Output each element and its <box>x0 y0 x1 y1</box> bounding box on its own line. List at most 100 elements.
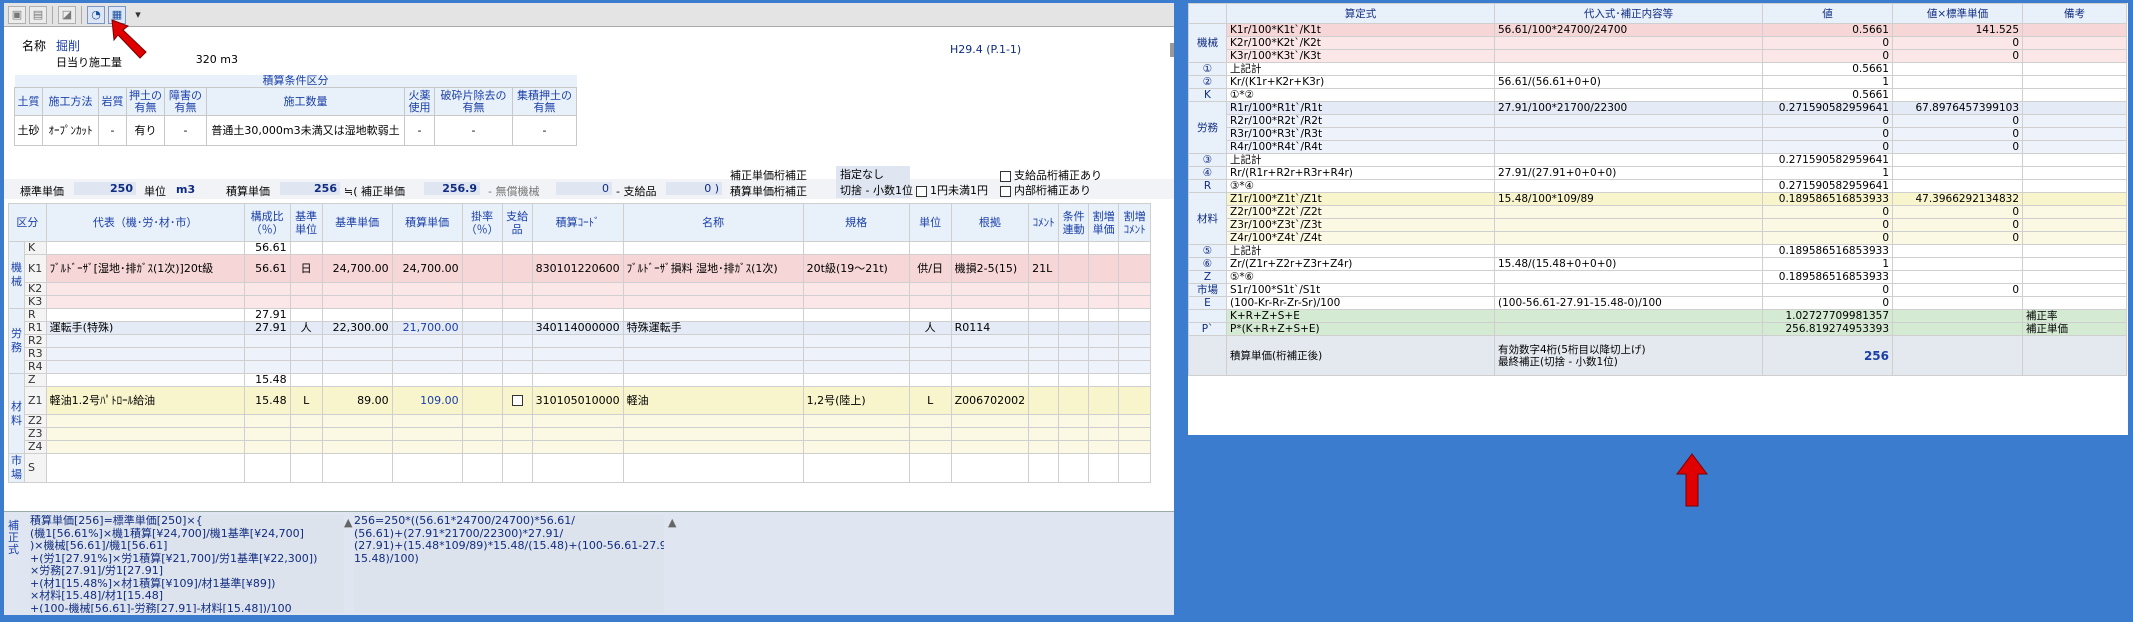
supply-digit-checkbox[interactable]: 支給品桁補正あり <box>1000 167 1102 183</box>
calc-substitution: 27.91/(27.91+0+0+0) <box>1494 166 1763 180</box>
item-name-cell[interactable]: ﾌﾞﾙﾄﾞｰｻﾞ損料 湿地･排ｶﾞｽ(1次) <box>622 254 804 283</box>
spec-cell[interactable] <box>802 321 910 335</box>
rep-cell[interactable]: ﾌﾞﾙﾄﾞｰｻﾞ[湿地･排ｶﾞｽ(1次)]20t級 <box>45 254 245 283</box>
calc-formula: ③*④ <box>1226 179 1495 193</box>
est-code-cell[interactable]: 830101220600 <box>531 254 624 283</box>
scroll-up-icon[interactable]: ▲ <box>668 516 676 529</box>
ratio-cell[interactable]: 56.61 <box>243 254 291 283</box>
row-code: R4 <box>24 360 47 374</box>
cond-value[interactable]: - <box>164 115 207 146</box>
calc-row: K3r/100*K3t`/K3t 0 0 <box>1189 49 2127 63</box>
calc-formula: K1r/100*K1t`/K1t <box>1226 23 1495 37</box>
est-digit-value[interactable]: 切捨 - 小数1位 <box>836 182 913 198</box>
est-code-cell[interactable]: 340114000000 <box>531 321 624 335</box>
rep-cell[interactable]: 運転手(特殊) <box>45 321 245 335</box>
calc-value: 256.819274953393 <box>1762 322 1893 336</box>
preview-icon[interactable]: ◪ <box>58 5 76 24</box>
base-price-cell[interactable]: 22,300.00 <box>321 321 393 335</box>
ratio-cell[interactable]: 15.48 <box>243 386 291 415</box>
rep-cell[interactable]: 軽油1.2号ﾊﾟﾄﾛｰﾙ給油 <box>45 386 245 415</box>
cond-value[interactable]: - <box>404 115 435 146</box>
item-name-cell[interactable]: 特殊運転手 <box>622 321 804 335</box>
checkbox-icon <box>916 185 927 197</box>
cond-value[interactable]: - <box>434 115 513 146</box>
est-price-value: 256 <box>280 182 340 195</box>
unit-label: 単位 <box>144 185 166 198</box>
calc-section: ⑥ <box>1188 257 1227 271</box>
unit2-cell[interactable]: L <box>908 386 952 415</box>
calc-note <box>2022 101 2127 115</box>
spec-cell[interactable]: 20t級(19～21t) <box>802 254 910 283</box>
cond-value[interactable]: - <box>98 115 127 146</box>
cond-header: 施工方法 <box>42 87 99 116</box>
cond-value[interactable]: 普通土30,000m3未満又は湿地軟弱土 <box>206 115 405 146</box>
unit-cell[interactable]: L <box>289 386 323 415</box>
calc-substitution <box>1494 153 1763 167</box>
ratio-cell: 15.48 <box>243 373 291 387</box>
col-header: 名称 <box>622 203 804 242</box>
supply-checkbox[interactable] <box>501 386 533 415</box>
comment-cell[interactable] <box>1028 321 1060 335</box>
est-price-cell[interactable]: 24,700.00 <box>391 254 463 283</box>
calc-header: 備考 <box>2022 3 2127 24</box>
item-name-cell[interactable]: 軽油 <box>622 386 804 415</box>
scroll-handle[interactable] <box>1170 43 1174 57</box>
calc-formula: (100-Kr-Rr-Zr-Sr)/100 <box>1226 296 1495 310</box>
calc-note <box>2022 140 2127 154</box>
basis-cell[interactable]: R0114 <box>950 321 1030 335</box>
cond-header: 押土の有無 <box>126 87 165 116</box>
cond-value[interactable]: 有り <box>126 115 165 146</box>
comment-cell[interactable] <box>1028 386 1060 415</box>
col-header: 規格 <box>802 203 910 242</box>
calc-row: 労務 R1r/100*R1t`/R1t 27.91/100*21700/22300 0… <box>1188 101 2127 154</box>
unit-cell[interactable]: 人 <box>289 321 323 335</box>
spec-cell[interactable]: 1,2号(陸上) <box>802 386 910 415</box>
base-price-cell[interactable]: 24,700.00 <box>321 254 393 283</box>
calc-value-x-std <box>1892 309 2023 323</box>
basis-cell[interactable]: 機損2-5(15) <box>950 254 1030 283</box>
calc-formula: 上記計 <box>1226 153 1495 167</box>
cond-value[interactable]: 土砂 <box>14 115 43 146</box>
calc-row: R2r/100*R2t`/R2t 0 0 <box>1189 114 2127 128</box>
calc-substitution <box>1494 231 1763 245</box>
calc-note <box>2022 36 2127 50</box>
formula-text-right: 256=250*((56.61*24700/24700)*56.61/ (56.… <box>354 515 664 613</box>
digit-corr-value[interactable]: 指定なし <box>836 166 910 182</box>
calc-formula: P*(K+R+Z+S+E) <box>1226 322 1495 336</box>
calc-value-x-std: 0 <box>1892 140 2023 154</box>
comment-cell[interactable]: 21L <box>1028 254 1060 283</box>
cond-value[interactable]: - <box>512 115 577 146</box>
less-1yen-checkbox[interactable]: 1円未満1円 <box>916 182 988 198</box>
internal-digit-checkbox[interactable]: 内部桁補正あり <box>1000 182 1091 198</box>
est-price-cell[interactable]: 109.00 <box>391 386 463 415</box>
base-price-cell[interactable]: 89.00 <box>321 386 393 415</box>
est-price-cell[interactable]: 21,700.00 <box>391 321 463 335</box>
calc-substitution <box>1494 205 1763 219</box>
est-code-cell[interactable]: 310105010000 <box>531 386 624 415</box>
calc-value-x-std: 0 <box>1892 127 2023 141</box>
unit-cell[interactable]: 日 <box>289 254 323 283</box>
ratio-cell[interactable]: 27.91 <box>243 321 291 335</box>
paste-icon[interactable]: ▤ <box>29 5 47 24</box>
calc-row: ⑤ 上記計 0.189586516853933 <box>1188 244 2127 258</box>
calc-header: 算定式 <box>1226 3 1495 24</box>
scroll-up-icon[interactable]: ▲ <box>344 516 352 529</box>
unit-value: m3 <box>176 183 196 196</box>
unit2-cell[interactable]: 供/日 <box>908 254 952 283</box>
calc-row: ③ 上記計 0.271590582959641 <box>1188 153 2127 167</box>
calc-row: Z ⑤*⑥ 0.189586516853933 <box>1188 270 2127 284</box>
calc-row: 機械 K1r/100*K1t`/K1t 56.61/100*24700/24700 0… <box>1188 23 2127 63</box>
view-icon[interactable]: ◔ <box>87 5 105 24</box>
copy-icon[interactable]: ▣ <box>8 5 26 24</box>
calc-note <box>2022 88 2127 102</box>
calc-note: 補正率 <box>2022 309 2127 323</box>
cond-value[interactable]: ｵｰﾌﾟﾝｶｯﾄ <box>42 115 99 146</box>
cond-header: 集積押土の有無 <box>512 87 577 116</box>
basis-cell[interactable]: Z006702002 <box>950 386 1030 415</box>
unit2-cell[interactable]: 人 <box>908 321 952 335</box>
row-code: R2 <box>24 334 47 348</box>
calc-note <box>2022 218 2127 232</box>
calc-note <box>2022 244 2127 258</box>
calc-formula: Z3r/100*Z3t`/Z3t <box>1226 218 1495 232</box>
nontax-value: 0 <box>556 182 612 195</box>
